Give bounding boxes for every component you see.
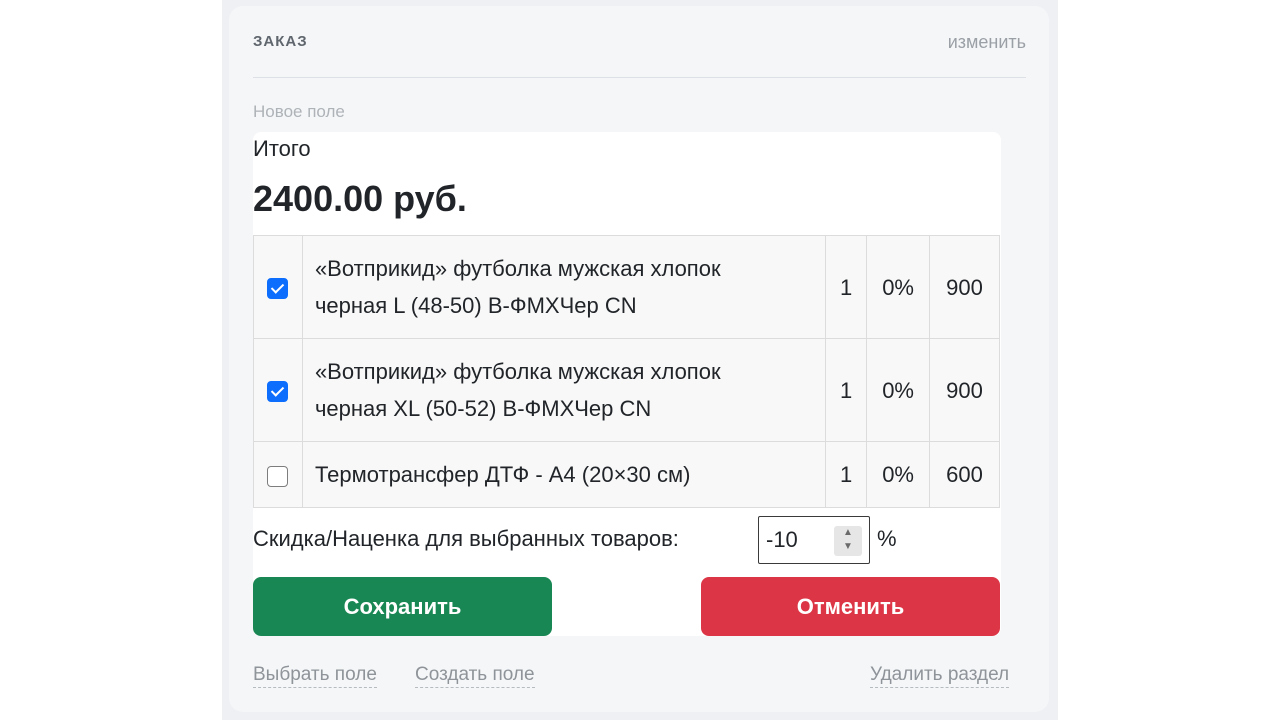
order-panel: Итого 2400.00 руб. «Вотприкид» футболка … <box>253 132 1001 636</box>
discount-label: Скидка/Наценка для выбранных товаров: <box>253 526 679 551</box>
field-label: Новое поле <box>253 102 345 121</box>
total-label: Итого <box>253 136 311 161</box>
section-title: ЗАКАЗ <box>253 33 308 50</box>
delete-section-link[interactable]: Удалить раздел <box>870 664 1010 688</box>
item-quantity: 1 <box>825 338 868 442</box>
create-field-link[interactable]: Создать поле <box>415 664 535 688</box>
select-field-link[interactable]: Выбрать поле <box>253 664 377 688</box>
spinner-icon[interactable]: ▲ ▼ <box>834 526 862 556</box>
item-name: «Вотприкид» футболка мужская хлопок черна… <box>301 338 827 442</box>
table-row: «Вотприкид» футболка мужская хлопок черна… <box>253 338 1000 442</box>
item-discount: 0% <box>866 235 931 339</box>
item-name: Термотрансфер ДТФ - А4 (20×30 см) <box>301 441 827 508</box>
item-name: «Вотприкид» футболка мужская хлопок черна… <box>301 235 827 339</box>
save-button[interactable]: Сохранить <box>253 577 552 636</box>
table-row: «Вотприкид» футболка мужская хлопок черна… <box>253 235 1000 339</box>
cancel-button[interactable]: Отменить <box>701 577 1000 636</box>
item-discount: 0% <box>866 338 931 442</box>
discount-value: -10 <box>766 527 798 552</box>
item-checkbox[interactable] <box>267 278 289 300</box>
order-items-table: «Вотприкид» футболка мужская хлопок черна… <box>253 235 1000 508</box>
total-value: 2400.00 руб. <box>253 178 467 219</box>
item-checkbox[interactable] <box>267 465 289 487</box>
item-checkbox[interactable] <box>267 381 289 403</box>
item-quantity: 1 <box>825 441 868 508</box>
item-price: 900 <box>929 338 1000 442</box>
edit-section-link[interactable]: изменить <box>948 32 1026 53</box>
item-price: 900 <box>929 235 1000 339</box>
item-quantity: 1 <box>825 235 868 339</box>
section-header: ЗАКАЗ изменить <box>253 30 1026 78</box>
item-price: 600 <box>929 441 1000 508</box>
table-row: Термотрансфер ДТФ - А4 (20×30 см) 1 0% 6… <box>253 441 1000 508</box>
discount-unit: % <box>877 526 897 551</box>
discount-input[interactable]: -10 ▲ ▼ <box>758 516 870 564</box>
item-discount: 0% <box>866 441 931 508</box>
discount-row: Скидка/Наценка для выбранных товаров: -1… <box>253 516 1001 564</box>
